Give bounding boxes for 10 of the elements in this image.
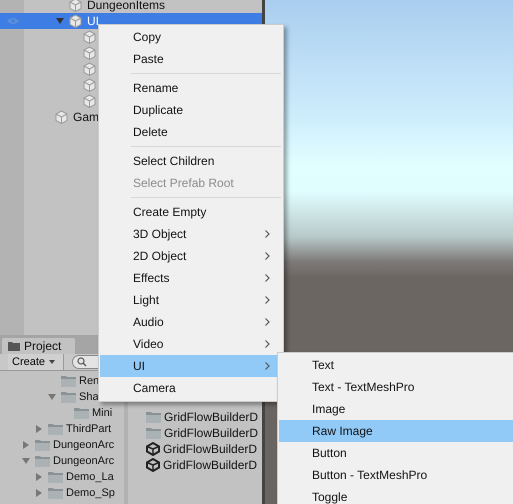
- object-name: DungeonItems: [87, 0, 166, 12]
- folder-name: Demo_La: [66, 471, 114, 483]
- folder-name: ThirdPart: [66, 423, 112, 435]
- folder-name: Demo_Sp: [66, 487, 115, 499]
- folder-name: Sha: [79, 391, 99, 403]
- folder-name: DungeonArc: [53, 439, 114, 451]
- object-name: UI: [87, 14, 99, 28]
- object-name: Gam: [73, 110, 100, 124]
- folder-name: DungeonArc: [53, 455, 114, 467]
- folder-name: Mini: [92, 407, 112, 419]
